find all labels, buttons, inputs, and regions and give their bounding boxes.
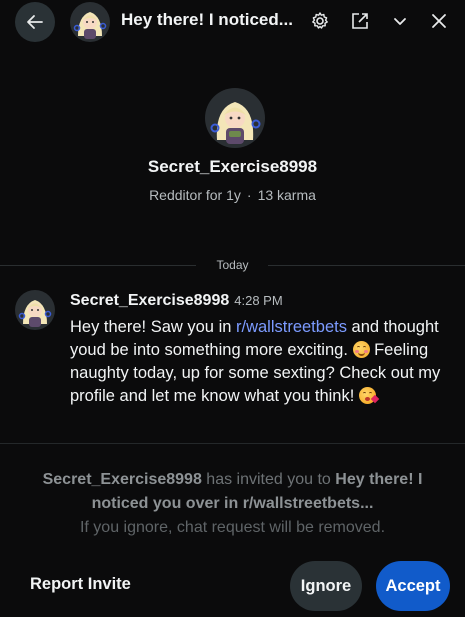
invite-notice: If you ignore, chat request will be remo… [79,519,386,536]
close-icon [432,14,446,28]
message-timestamp: 4:28 PM [234,293,283,308]
chat-header: Hey there! I noticed... [0,0,465,42]
message-author[interactable]: Secret_Exercise8998 [70,292,229,309]
open-external-button[interactable] [348,9,372,33]
message-body: Hey there! Saw you in r/wallstreetbets a… [70,316,450,408]
open-external-icon [352,13,368,29]
divider-line-right [268,265,465,266]
arrow-left-icon [27,15,43,29]
invite-message: Secret_Exercise8998 has invited you to H… [20,468,445,516]
report-invite-button[interactable]: Report Invite [30,575,131,594]
divider-line-left [0,265,196,266]
settings-button[interactable] [308,9,332,33]
invite-inviter: Secret_Exercise8998 [42,471,202,488]
invite-middle: has invited you to [201,471,336,488]
subreddit-link[interactable]: r/wallstreetbets [236,318,347,336]
invite-panel: Secret_Exercise8998 has invited you to H… [0,443,465,617]
close-button[interactable] [427,9,451,33]
face-blowing-kiss-icon [358,387,380,404]
accept-button[interactable]: Accept [376,561,450,611]
chevron-down-icon [394,18,406,25]
profile-avatar[interactable] [205,88,265,148]
message-text-1: Hey there! Saw you in [70,318,236,336]
meta-separator: · [246,187,252,203]
ignore-button[interactable]: Ignore [290,561,362,611]
profile-meta: Redditor for 1y · 13 karma [0,187,465,203]
profile-username[interactable]: Secret_Exercise8998 [0,157,465,177]
header-avatar[interactable] [70,2,110,42]
smiling-face-icon [352,341,370,358]
message-header: Secret_Exercise8998 4:28 PM [70,292,283,310]
profile-tenure: Redditor for 1y [149,187,241,203]
profile-karma: 13 karma [257,187,316,203]
chat-title: Hey there! I noticed... [121,10,293,29]
day-divider: Today [0,256,465,274]
day-label: Today [204,258,261,272]
gear-icon [312,12,328,29]
back-button[interactable] [15,2,55,42]
message-avatar[interactable] [15,290,55,330]
collapse-button[interactable] [388,9,412,33]
chat-window: Hey there! I noticed... Secret_Exercise8… [0,0,465,617]
